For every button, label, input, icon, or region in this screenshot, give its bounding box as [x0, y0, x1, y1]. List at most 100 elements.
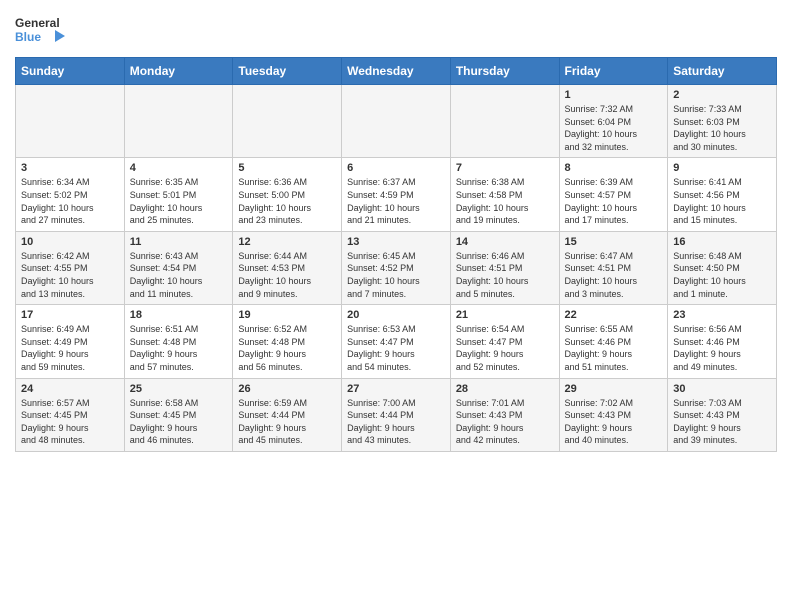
day-info: Sunrise: 6:55 AM Sunset: 4:46 PM Dayligh… — [565, 323, 663, 373]
calendar-day-cell: 11 Sunrise: 6:43 AM Sunset: 4:54 PM Dayli… — [124, 231, 233, 304]
calendar-day-cell: 8 Sunrise: 6:39 AM Sunset: 4:57 PM Daylig… — [559, 158, 668, 231]
day-info: Sunrise: 6:46 AM Sunset: 4:51 PM Dayligh… — [456, 250, 554, 300]
day-of-week-header: Friday — [559, 58, 668, 85]
calendar-day-cell: 5 Sunrise: 6:36 AM Sunset: 5:00 PM Daylig… — [233, 158, 342, 231]
calendar-day-cell: 25 Sunrise: 6:58 AM Sunset: 4:45 PM Dayli… — [124, 378, 233, 451]
day-number: 13 — [347, 236, 445, 248]
day-number: 17 — [21, 309, 119, 321]
calendar-day-cell: 19Sunrise: 6:52 AM Sunset: 4:48 PM Dayli… — [233, 305, 342, 378]
day-number: 14 — [456, 236, 554, 248]
calendar-day-cell — [233, 85, 342, 158]
calendar-day-cell: 23 Sunrise: 6:56 AM Sunset: 4:46 PM Dayli… — [668, 305, 777, 378]
day-number: 27 — [347, 383, 445, 395]
day-number: 20 — [347, 309, 445, 321]
calendar-day-cell: 13 Sunrise: 6:45 AM Sunset: 4:52 PM Dayli… — [342, 231, 451, 304]
calendar-day-cell: 18 Sunrise: 6:51 AM Sunset: 4:48 PM Dayli… — [124, 305, 233, 378]
calendar-day-cell: 26Sunrise: 6:59 AM Sunset: 4:44 PM Dayli… — [233, 378, 342, 451]
day-info: Sunrise: 6:36 AM Sunset: 5:00 PM Dayligh… — [238, 176, 336, 226]
calendar-day-cell: 7 Sunrise: 6:38 AM Sunset: 4:58 PM Daylig… — [450, 158, 559, 231]
calendar-day-cell: 4 Sunrise: 6:35 AM Sunset: 5:01 PM Daylig… — [124, 158, 233, 231]
day-number: 3 — [21, 162, 119, 174]
calendar-week-row: 1Sunrise: 7:32 AM Sunset: 6:04 PM Daylig… — [16, 85, 777, 158]
calendar-day-cell: 12 Sunrise: 6:44 AM Sunset: 4:53 PM Dayli… — [233, 231, 342, 304]
day-info: Sunrise: 6:59 AM Sunset: 4:44 PM Dayligh… — [238, 397, 336, 447]
day-info: Sunrise: 7:00 AM Sunset: 4:44 PM Dayligh… — [347, 397, 445, 447]
day-of-week-header: Thursday — [450, 58, 559, 85]
page-header: GeneralBlue — [15, 10, 777, 49]
calendar-day-cell: 15 Sunrise: 6:47 AM Sunset: 4:51 PM Dayli… — [559, 231, 668, 304]
day-info: Sunrise: 6:35 AM Sunset: 5:01 PM Dayligh… — [130, 176, 228, 226]
day-info: Sunrise: 7:33 AM Sunset: 6:03 PM Dayligh… — [673, 103, 771, 153]
logo: GeneralBlue — [15, 14, 65, 49]
day-info: Sunrise: 6:58 AM Sunset: 4:45 PM Dayligh… — [130, 397, 228, 447]
day-info: Sunrise: 6:44 AM Sunset: 4:53 PM Dayligh… — [238, 250, 336, 300]
day-number: 1 — [565, 89, 663, 101]
calendar-day-cell — [124, 85, 233, 158]
day-info: Sunrise: 6:37 AM Sunset: 4:59 PM Dayligh… — [347, 176, 445, 226]
day-number: 11 — [130, 236, 228, 248]
calendar-day-cell: 28 Sunrise: 7:01 AM Sunset: 4:43 PM Dayli… — [450, 378, 559, 451]
day-number: 21 — [456, 309, 554, 321]
svg-text:Blue: Blue — [15, 30, 41, 44]
day-info: Sunrise: 6:48 AM Sunset: 4:50 PM Dayligh… — [673, 250, 771, 300]
day-number: 18 — [130, 309, 228, 321]
calendar-day-cell: 21 Sunrise: 6:54 AM Sunset: 4:47 PM Dayli… — [450, 305, 559, 378]
day-of-week-header: Sunday — [16, 58, 125, 85]
day-info: Sunrise: 6:34 AM Sunset: 5:02 PM Dayligh… — [21, 176, 119, 226]
day-info: Sunrise: 6:51 AM Sunset: 4:48 PM Dayligh… — [130, 323, 228, 373]
day-info: Sunrise: 6:54 AM Sunset: 4:47 PM Dayligh… — [456, 323, 554, 373]
calendar-day-cell: 22 Sunrise: 6:55 AM Sunset: 4:46 PM Dayli… — [559, 305, 668, 378]
day-number: 23 — [673, 309, 771, 321]
calendar-week-row: 24 Sunrise: 6:57 AM Sunset: 4:45 PM Dayli… — [16, 378, 777, 451]
day-of-week-header: Saturday — [668, 58, 777, 85]
calendar-day-cell: 29Sunrise: 7:02 AM Sunset: 4:43 PM Dayli… — [559, 378, 668, 451]
day-of-week-header: Tuesday — [233, 58, 342, 85]
calendar-day-cell: 6 Sunrise: 6:37 AM Sunset: 4:59 PM Daylig… — [342, 158, 451, 231]
svg-text:General: General — [15, 16, 60, 30]
day-number: 16 — [673, 236, 771, 248]
day-info: Sunrise: 6:56 AM Sunset: 4:46 PM Dayligh… — [673, 323, 771, 373]
calendar-day-cell: 27 Sunrise: 7:00 AM Sunset: 4:44 PM Dayli… — [342, 378, 451, 451]
day-number: 24 — [21, 383, 119, 395]
day-number: 15 — [565, 236, 663, 248]
calendar-day-cell — [16, 85, 125, 158]
day-number: 30 — [673, 383, 771, 395]
calendar-day-cell: 3 Sunrise: 6:34 AM Sunset: 5:02 PM Daylig… — [16, 158, 125, 231]
day-info: Sunrise: 6:57 AM Sunset: 4:45 PM Dayligh… — [21, 397, 119, 447]
day-info: Sunrise: 6:42 AM Sunset: 4:55 PM Dayligh… — [21, 250, 119, 300]
calendar-day-cell: 30 Sunrise: 7:03 AM Sunset: 4:43 PM Dayli… — [668, 378, 777, 451]
calendar-day-cell — [342, 85, 451, 158]
calendar-day-cell: 17Sunrise: 6:49 AM Sunset: 4:49 PM Dayli… — [16, 305, 125, 378]
day-number: 28 — [456, 383, 554, 395]
day-info: Sunrise: 6:53 AM Sunset: 4:47 PM Dayligh… — [347, 323, 445, 373]
calendar-week-row: 10 Sunrise: 6:42 AM Sunset: 4:55 PM Dayli… — [16, 231, 777, 304]
day-number: 6 — [347, 162, 445, 174]
day-number: 12 — [238, 236, 336, 248]
day-of-week-header: Monday — [124, 58, 233, 85]
calendar-day-cell: 20 Sunrise: 6:53 AM Sunset: 4:47 PM Dayli… — [342, 305, 451, 378]
day-number: 4 — [130, 162, 228, 174]
day-info: Sunrise: 6:39 AM Sunset: 4:57 PM Dayligh… — [565, 176, 663, 226]
day-number: 9 — [673, 162, 771, 174]
day-info: Sunrise: 6:47 AM Sunset: 4:51 PM Dayligh… — [565, 250, 663, 300]
calendar-day-cell: 9 Sunrise: 6:41 AM Sunset: 4:56 PM Daylig… — [668, 158, 777, 231]
day-info: Sunrise: 6:52 AM Sunset: 4:48 PM Dayligh… — [238, 323, 336, 373]
day-number: 10 — [21, 236, 119, 248]
calendar-day-cell: 14 Sunrise: 6:46 AM Sunset: 4:51 PM Dayli… — [450, 231, 559, 304]
day-number: 8 — [565, 162, 663, 174]
day-info: Sunrise: 7:02 AM Sunset: 4:43 PM Dayligh… — [565, 397, 663, 447]
day-number: 25 — [130, 383, 228, 395]
calendar-week-row: 17Sunrise: 6:49 AM Sunset: 4:49 PM Dayli… — [16, 305, 777, 378]
day-info: Sunrise: 6:45 AM Sunset: 4:52 PM Dayligh… — [347, 250, 445, 300]
day-info: Sunrise: 6:41 AM Sunset: 4:56 PM Dayligh… — [673, 176, 771, 226]
calendar-week-row: 3 Sunrise: 6:34 AM Sunset: 5:02 PM Daylig… — [16, 158, 777, 231]
day-info: Sunrise: 6:38 AM Sunset: 4:58 PM Dayligh… — [456, 176, 554, 226]
day-info: Sunrise: 7:01 AM Sunset: 4:43 PM Dayligh… — [456, 397, 554, 447]
logo-icon: GeneralBlue — [15, 14, 65, 49]
day-number: 7 — [456, 162, 554, 174]
day-info: Sunrise: 6:43 AM Sunset: 4:54 PM Dayligh… — [130, 250, 228, 300]
day-number: 5 — [238, 162, 336, 174]
calendar-day-cell — [450, 85, 559, 158]
day-number: 22 — [565, 309, 663, 321]
day-info: Sunrise: 7:03 AM Sunset: 4:43 PM Dayligh… — [673, 397, 771, 447]
